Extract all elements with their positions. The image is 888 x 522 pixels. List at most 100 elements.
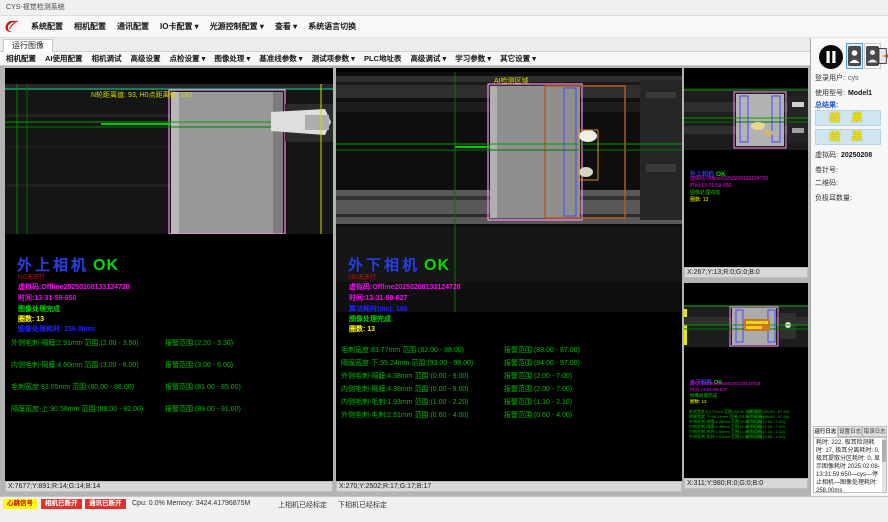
tool-advanced-debug[interactable]: 高级调试 ▾	[410, 53, 446, 64]
left-time-line: 时间:13-31-59-650	[18, 293, 76, 303]
tool-spot-check-settings[interactable]: 点检设置 ▾	[170, 53, 206, 64]
tool-image-processing[interactable]: 图像处理 ▾	[214, 53, 250, 64]
left-alarm-range: 报警范围:(81.00 - 85.00)	[165, 382, 241, 392]
user-icon	[848, 46, 861, 66]
left-turns-line: 圈数: 13	[18, 314, 44, 324]
left-alarm-range: 报警范围:(89.00 - 91.00)	[165, 404, 241, 414]
thumb-top-pixel-readout: X:267;Y:13;R:0;G:0;B:0	[684, 267, 808, 278]
tool-learning-params[interactable]: 学习参数 ▾	[455, 53, 491, 64]
thumb-bottom-pixel-readout: X:311;Y:980;R:0;G:0;B:0	[684, 478, 808, 489]
center-camera-viewport[interactable]: AI检测区域 外下相机OK NG无放行 虚拟码:Offline202502081…	[336, 68, 682, 481]
top-camera-calibration-status: 上相机已经标定	[278, 500, 327, 510]
menu-light-control-config[interactable]: 光源控制配置 ▾	[210, 21, 264, 32]
tool-camera-debug[interactable]: 相机调试	[92, 53, 122, 64]
tool-ai-usage-config[interactable]: AI使用配置	[45, 53, 83, 64]
center-turns-line: 圈数: 13	[349, 324, 375, 334]
exit-icon	[878, 46, 888, 66]
left-elapsed-line: 图像处理耗时: 256.00ms	[18, 324, 96, 334]
center-alarm-range: 报警范围:(83.00 - 87.00)	[504, 345, 580, 355]
center-alarm-range: 报警范围:(2.00 - 7.00)	[504, 371, 572, 381]
center-alarm-range: 报警范围:(2.00 - 7.00)	[504, 384, 572, 394]
heartbeat-badge: 心跳信号	[3, 499, 37, 509]
log-scrollbar-thumb[interactable]	[882, 440, 886, 462]
center-image-annotation: AI检测区域	[494, 76, 529, 85]
pause-icon	[818, 44, 844, 70]
center-measurement: 毛刺宽度:83.77mm 范围:(82.00 - 88.00)	[341, 345, 464, 355]
tool-baseline-params[interactable]: 基准线参数 ▾	[259, 53, 302, 64]
tool-other-settings[interactable]: 其它设置 ▾	[500, 53, 536, 64]
user-button[interactable]	[846, 43, 863, 69]
virtual-code-label: 虚拟码:	[815, 152, 838, 159]
status-bar: 心跳信号 相机已断开 通讯已断开 Cpu: 0.0% Memory: 3424.…	[0, 496, 888, 522]
center-barcode-line: 虚拟码:Offline20250208133124728	[349, 282, 461, 292]
left-measurement: 毛刺宽度:83.05mm 范围:(80.00 - 86.00)	[11, 382, 134, 392]
center-camera-image: AI检测区域	[336, 72, 682, 312]
tab-bar: 运行图像	[0, 38, 810, 52]
left-image-annotation: N轮距离值: 93, H0点距离值: 150	[91, 90, 192, 99]
pause-button[interactable]	[817, 43, 844, 70]
log-scrollbar[interactable]	[882, 438, 886, 492]
menu-io-config[interactable]: IO卡配置 ▾	[160, 21, 199, 32]
thumb-bottom-viewport[interactable]: 外下相机OK 虚拟码:Offline20250208133124728 时间:1…	[684, 283, 808, 478]
model-label: 使用型号:	[815, 90, 845, 97]
left-measurement: 隔膜宽度-上:90.56mm 范围:(88.00 - 92.00)	[11, 404, 143, 414]
left-alarm-range: 报警范围:(2.20 - 3.30)	[165, 338, 233, 348]
left-camera-image: N轮距离值: 93, H0点距离值: 150	[5, 84, 333, 234]
model-value: Model1	[848, 90, 872, 97]
left-camera-viewport[interactable]: N轮距离值: 93, H0点距离值: 150 外上相机OK NG无放行 虚拟码:…	[5, 68, 333, 481]
left-measurement: 外侧毛刺-隔膜:2.91mm 范围:(2.00 - 3.50)	[11, 338, 139, 348]
left-measurement: 内侧毛刺-隔膜:4.60mm 范围:(3.00 - 6.00)	[11, 360, 139, 370]
anode-tab-count-label: 负极耳数量:	[815, 193, 852, 203]
exit-button[interactable]	[878, 43, 888, 69]
thumb-bottom-turns: 圈数: 13	[690, 399, 707, 405]
log-tab-run[interactable]: 运行日志	[813, 426, 838, 437]
log-tab-error[interactable]: 错误日志	[862, 426, 887, 437]
center-measurement: 内侧毛刺-隔膜:4.38mm 范围:(0.00 - 9.00)	[341, 384, 469, 394]
center-measurement: 外侧毛刺-隔膜:4.38mm 范围:(0.00 - 9.00)	[341, 371, 469, 381]
thumb-top-barcode: 虚拟码:Offline20250208133124728	[690, 175, 768, 182]
window-title: CYS-视觉检测系统	[0, 0, 888, 16]
result-box-top: 结 果	[815, 110, 881, 126]
menu-bar: 系统配置 相机配置 通讯配置 IO卡配置 ▾ 光源控制配置 ▾ 查看 ▾ 系统语…	[0, 16, 888, 38]
menu-comm-config[interactable]: 通讯配置	[117, 21, 149, 32]
center-measurement: 隔膜宽度-下:95.24mm 范围:(93.00 - 98.00)	[341, 358, 473, 368]
login-user-value: cys	[848, 75, 859, 82]
tab-run-image[interactable]: 运行图像	[3, 39, 53, 52]
comm-status-badge: 通讯已断开	[85, 499, 126, 509]
center-status-line: 图像处理完成	[349, 314, 391, 324]
needle-number-label: 卷针号:	[815, 165, 838, 175]
center-measurement: 外侧毛刺-毛刺:2.61mm 范围:(0.60 - 4.00)	[341, 410, 469, 420]
center-ng-note: NG无放行	[349, 272, 376, 281]
tool-camera-config[interactable]: 相机配置	[6, 53, 36, 64]
left-alarm-range: 报警范围:(3.00 - 6.00)	[165, 360, 233, 370]
result-box-bottom: 结 果	[815, 129, 881, 145]
log-text: 耗时: 222, 极耳检测耗时: 17, 极耳分离耗时: 0, 极耳提取分区耗时…	[816, 440, 880, 493]
center-time-line: 时间:13-31-59-627	[349, 293, 407, 303]
center-camera-ok-badge: OK	[424, 257, 450, 274]
virtual-code-row: 虚拟码:20250208	[815, 150, 872, 160]
tool-plc-address-table[interactable]: PLC地址表	[364, 53, 402, 64]
left-ng-note: NG无放行	[18, 272, 45, 281]
center-measurement: 内侧毛刺-毛刺:1.93mm 范围:(1.00 - 2.20)	[341, 397, 469, 407]
tool-advanced-settings[interactable]: 高级设置	[131, 53, 161, 64]
menu-system-config[interactable]: 系统配置	[31, 21, 63, 32]
thumb-top-turns: 圈数: 13	[690, 196, 708, 203]
thumb-top-time: 时间:13-31-59-650	[690, 182, 731, 189]
menu-language-switch[interactable]: 系统语言切换	[308, 21, 356, 32]
thumb-bottom-alarm: 报警范围:(0.60 - 4.00)	[746, 434, 785, 440]
log-output[interactable]: 耗时: 222, 极耳检测耗时: 17, 极耳分离耗时: 0, 极耳提取分区耗时…	[813, 437, 887, 493]
tool-test-item-params[interactable]: 测试项参数 ▾	[312, 53, 355, 64]
log-tab-settings[interactable]: 设置日志	[838, 426, 863, 437]
center-alarm-range: 报警范围:(94.00 - 97.00)	[504, 358, 580, 368]
right-control-panel: 登录用户:cys 使用型号:Model1 总结果: 结 果 结 果 虚拟码:20…	[810, 38, 888, 496]
center-alarm-range: 报警范围:(0.60 - 4.00)	[504, 410, 572, 420]
menu-view[interactable]: 查看 ▾	[275, 21, 297, 32]
thumb-top-viewport[interactable]: 外上相机OK 虚拟码:Offline20250208133124728 时间:1…	[684, 68, 808, 267]
center-pixel-readout: X:270;Y:2502;R:17;G:17;B:17	[336, 481, 682, 492]
camera-status-badge: 相机已断开	[41, 499, 82, 509]
log-tab-bar: 运行日志 设置日志 错误日志	[813, 426, 887, 437]
login-user-row: 登录用户:cys	[815, 73, 858, 83]
thumb-top-status: 图像处理完成	[690, 189, 720, 196]
menu-camera-config[interactable]: 相机配置	[74, 21, 106, 32]
model-row: 使用型号:Model1	[815, 88, 872, 98]
